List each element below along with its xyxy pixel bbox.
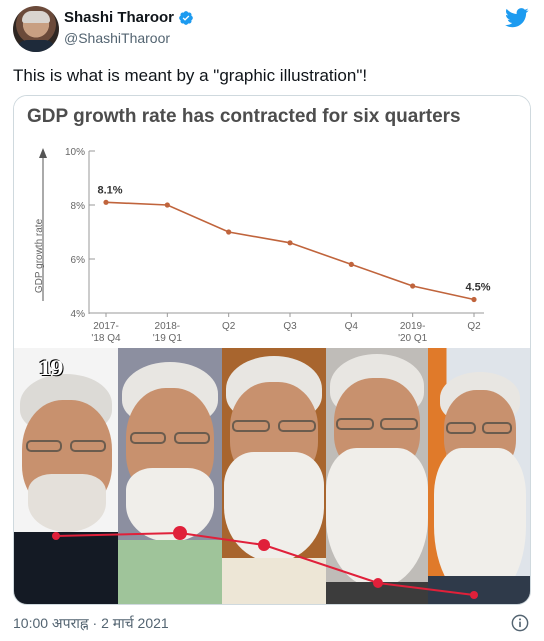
x-tick-label: '18 Q4: [91, 333, 121, 344]
data-value-label: 4.5%: [465, 282, 490, 294]
x-tick-label: Q4: [345, 321, 359, 332]
avatar-shirt: [17, 40, 55, 52]
info-icon[interactable]: [511, 614, 529, 632]
tweet-card: Shashi Tharoor @ShashiTharoor This is wh…: [0, 0, 544, 641]
author-display-name[interactable]: Shashi Tharoor: [64, 9, 174, 26]
x-tick-label: 2018-: [155, 321, 181, 332]
decline-point: [258, 539, 270, 551]
x-tick-label: '19 Q1: [153, 333, 183, 344]
decline-point: [173, 526, 187, 540]
x-tick-label: 2019-: [400, 321, 426, 332]
x-tick-label: Q2: [467, 321, 481, 332]
gdp-data-point: [410, 283, 416, 289]
gdp-chart-panel: GDP growth rate has contracted for six q…: [14, 96, 530, 346]
verified-badge-icon: [179, 10, 193, 25]
tweet-timestamp[interactable]: 10:00 अपराह्न · 2 मार्च 2021: [13, 614, 169, 633]
decline-point: [470, 591, 478, 599]
gdp-data-point: [226, 229, 232, 235]
author-avatar[interactable]: [13, 6, 59, 52]
author-handle[interactable]: @ShashiTharoor: [64, 30, 170, 46]
y-axis-label: GDP growth rate: [34, 218, 45, 293]
decline-point: [52, 532, 60, 540]
decline-arrow-overlay: [52, 526, 478, 599]
gdp-series-line: [105, 201, 475, 301]
y-tick-label: 10%: [65, 147, 85, 158]
y-axis-arrow-head: [39, 148, 47, 158]
author-name-row: Shashi Tharoor: [64, 9, 194, 26]
y-tick-label: 8%: [71, 201, 86, 212]
gdp-data-point: [348, 261, 354, 267]
tweet-text: This is what is meant by a "graphic illu…: [13, 66, 368, 85]
decline-point: [373, 578, 383, 588]
x-tick-label: '20 Q1: [398, 333, 428, 344]
x-tick-label: 2017-: [93, 321, 119, 332]
photo-strip: 19: [14, 348, 530, 604]
tweet-media-image[interactable]: GDP growth rate has contracted for six q…: [13, 95, 531, 605]
twitter-bird-icon[interactable]: [505, 8, 529, 28]
gdp-line-chart: GDP growth rate 4% 6% 8% 10% 2017-'18 Q4 2018-…: [34, 147, 491, 344]
avatar-hair: [22, 11, 50, 23]
gdp-data-point: [103, 199, 109, 205]
x-tick-label: Q3: [283, 321, 297, 332]
y-tick-label: 4%: [71, 309, 86, 320]
gdp-data-point: [471, 296, 477, 303]
data-value-label: 8.1%: [97, 184, 122, 196]
y-tick-label: 6%: [71, 255, 86, 266]
x-tick-label: Q2: [222, 321, 236, 332]
gdp-data-point: [287, 240, 293, 246]
gdp-data-point: [164, 202, 170, 208]
